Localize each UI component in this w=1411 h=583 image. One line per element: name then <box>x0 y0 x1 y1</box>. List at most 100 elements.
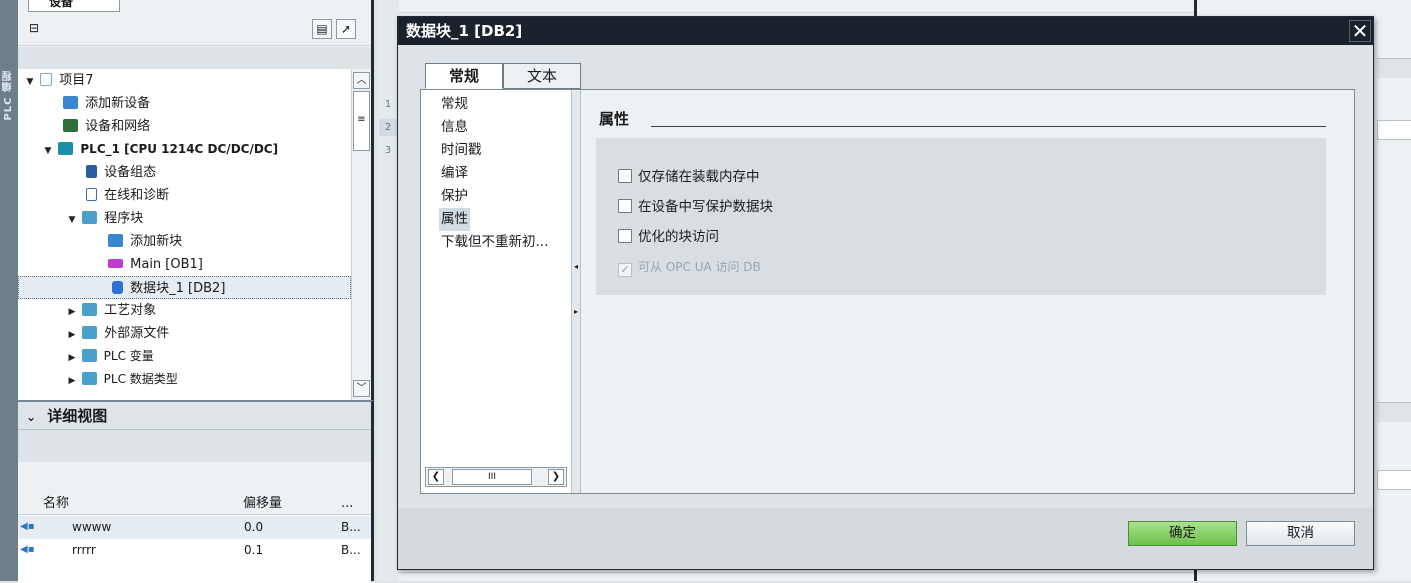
nav-item-compile[interactable]: 编译 <box>441 162 468 185</box>
tree-item-label: 外部源文件 <box>104 326 170 341</box>
splitter-left-arrow-icon[interactable]: ◂ <box>574 262 578 271</box>
option-optimized-access[interactable]: 优化的块访问 <box>618 227 719 247</box>
tree-item-add-block[interactable]: 添加新块 <box>18 230 351 253</box>
details-table: 名称 偏移量 ... ◀▪ wwww 0.0 B... ◀▪ rrrrr 0.1… <box>18 493 371 583</box>
dialog-title-bar[interactable]: 数据块_1 [DB2] ✕ <box>398 17 1373 45</box>
nav-item-attributes[interactable]: 属性 <box>439 208 470 231</box>
tree-item-technology-objects[interactable]: ▶ 工艺对象 <box>18 299 351 322</box>
tree-item-datablock-db2[interactable]: 数据块_1 [DB2] <box>18 276 351 299</box>
checkbox[interactable] <box>618 169 632 183</box>
nav-horizontal-scrollbar[interactable]: ❮ III ❯ <box>425 467 567 487</box>
row-type: B... <box>341 520 361 534</box>
tree-item-program-blocks[interactable]: ▼ 程序块 <box>18 207 351 230</box>
folder-icon <box>82 211 98 224</box>
tab-general[interactable]: 常规 <box>425 63 503 89</box>
scroll-up-icon[interactable]: ︿ <box>353 72 370 89</box>
column-header-name[interactable]: 名称 <box>43 493 69 515</box>
details-view-bar <box>18 430 371 462</box>
collapse-twisty-icon[interactable]: ▶ <box>66 324 78 347</box>
nav-item-general[interactable]: 常规 <box>441 93 468 116</box>
nav-item-protection[interactable]: 保护 <box>441 185 468 208</box>
checkbox[interactable] <box>618 229 632 243</box>
option-write-protect[interactable]: 在设备中写保护数据块 <box>618 197 773 217</box>
tree-item-main-ob1[interactable]: Main [OB1] <box>18 253 351 276</box>
tree-options-icon[interactable]: ⊟ <box>24 19 44 39</box>
line-number: 3 <box>384 145 392 156</box>
tree-item-add-device[interactable]: 添加新设备 <box>18 92 351 115</box>
collapse-twisty-icon[interactable]: ▶ <box>66 370 78 393</box>
dialog-title: 数据块_1 [DB2] <box>406 22 523 40</box>
scroll-right-icon[interactable]: ❯ <box>548 469 564 485</box>
tree-item-label: Main [OB1] <box>130 257 203 272</box>
collapse-chevron-icon[interactable]: ⌄ <box>26 410 36 424</box>
plc-programming-label[interactable]: PLC 编程 <box>1 70 17 121</box>
column-header-more[interactable]: ... <box>341 493 353 515</box>
scroll-thumb[interactable]: ≡ <box>353 91 370 151</box>
scroll-thumb[interactable]: III <box>452 469 532 485</box>
add-block-icon <box>108 234 123 247</box>
tree-vertical-scrollbar[interactable]: ︿ ≡ ﹀ <box>351 69 371 400</box>
tree-item-plc-tags[interactable]: ▶ PLC 变量 <box>18 345 351 368</box>
nav-item-info[interactable]: 信息 <box>441 116 468 139</box>
splitter-right-arrow-icon[interactable]: ▸ <box>574 307 578 316</box>
option-label: 可从 OPC UA 访问 DB <box>638 260 761 274</box>
tab-text[interactable]: 文本 <box>503 63 581 89</box>
tree-item-label: 添加新块 <box>130 234 183 249</box>
dialog-body: 常规 文本 常规 信息 时间戳 编译 保护 属性 下载但不重新初... ❮ II… <box>398 45 1373 508</box>
right-pane-strip <box>1377 402 1411 422</box>
diagnostics-icon <box>86 188 97 201</box>
option-load-memory-only[interactable]: 仅存储在装载内存中 <box>618 167 760 187</box>
row-offset: 0.1 <box>244 543 264 557</box>
properties-nav-list: 常规 信息 时间戳 编译 保护 属性 下载但不重新初... <box>421 90 571 470</box>
cancel-button[interactable]: 取消 <box>1246 521 1355 546</box>
details-view-header[interactable]: ⌄ 详细视图 <box>18 402 371 430</box>
checkbox[interactable] <box>618 199 632 213</box>
nav-splitter[interactable]: ◂ ▸ <box>571 90 581 493</box>
table-row[interactable]: ◀▪ wwww 0.0 B... <box>18 516 371 539</box>
ok-button[interactable]: 确定 <box>1128 521 1237 546</box>
close-icon[interactable]: ✕ <box>1349 20 1371 42</box>
tree-item-label: PLC_1 [CPU 1214C DC/DC/DC] <box>80 142 279 156</box>
right-pane-field[interactable] <box>1377 470 1411 490</box>
folder-icon <box>82 326 98 339</box>
tree-item-project[interactable]: ▼ 项目7 <box>18 69 351 92</box>
nav-item-download-without-reinit[interactable]: 下载但不重新初... <box>441 231 548 254</box>
scroll-left-icon[interactable]: ❮ <box>428 469 444 485</box>
tree-item-label: PLC 变量 <box>103 349 154 363</box>
tree-item-label: 工艺对象 <box>104 303 157 318</box>
right-pane-strip <box>1377 58 1411 78</box>
section-divider <box>651 126 1326 127</box>
table-row[interactable]: ◀▪ rrrrr 0.1 B... <box>18 539 371 562</box>
folder-icon <box>81 372 97 385</box>
tree-item-label: 添加新设备 <box>85 96 151 111</box>
nav-item-timestamp[interactable]: 时间戳 <box>441 139 482 162</box>
tree-item-plc-data-types[interactable]: ▶ PLC 数据类型 <box>18 368 351 391</box>
section-title: 属性 <box>599 110 630 128</box>
collapse-twisty-icon[interactable]: ▶ <box>66 347 78 370</box>
tree-item-online-diag[interactable]: 在线和诊断 <box>18 184 351 207</box>
tree-item-devices-networks[interactable]: 设备和网络 <box>18 115 351 138</box>
column-header-offset[interactable]: 偏移量 <box>243 493 282 515</box>
properties-dialog: 数据块_1 [DB2] ✕ 常规 文本 常规 信息 时间戳 编译 保护 属性 下… <box>397 16 1374 570</box>
expand-twisty-icon[interactable]: ▼ <box>66 209 78 232</box>
data-block-icon <box>112 281 123 294</box>
tree-item-device-config[interactable]: 设备组态 <box>18 161 351 184</box>
collapse-twisty-icon[interactable]: ▶ <box>66 301 78 324</box>
tree-item-label: 设备和网络 <box>85 119 151 134</box>
expand-twisty-icon[interactable]: ▼ <box>24 71 36 94</box>
export-icon[interactable]: ➚ <box>336 19 356 39</box>
option-label: 在设备中写保护数据块 <box>638 199 773 215</box>
dialog-frame: 常规 信息 时间戳 编译 保护 属性 下载但不重新初... ❮ III ❯ ◂ … <box>420 89 1355 494</box>
devices-tab[interactable]: 设备 <box>28 0 120 12</box>
folder-icon <box>82 303 98 316</box>
tree-item-external-sources[interactable]: ▶ 外部源文件 <box>18 322 351 345</box>
expand-twisty-icon[interactable]: ▼ <box>42 140 54 163</box>
tree-item-label: 数据块_1 [DB2] <box>130 281 226 296</box>
details-table-header: 名称 偏移量 ... <box>18 493 371 515</box>
scroll-down-icon[interactable]: ﹀ <box>353 380 370 397</box>
right-pane-field[interactable] <box>1377 120 1411 140</box>
list-view-icon[interactable]: ▤ <box>312 19 332 39</box>
tree-item-plc1[interactable]: ▼ PLC_1 [CPU 1214C DC/DC/DC] <box>18 138 351 161</box>
project-tree-panel: 设备 ⊟ ▤ ➚ ▼ 项目7 添加新设备 设备和网络 ▼ PLC_1 [CPU … <box>18 0 374 400</box>
attributes-group: 仅存储在装载内存中 在设备中写保护数据块 优化的块访问 ✓ 可从 OPC UA 访… <box>596 138 1326 295</box>
